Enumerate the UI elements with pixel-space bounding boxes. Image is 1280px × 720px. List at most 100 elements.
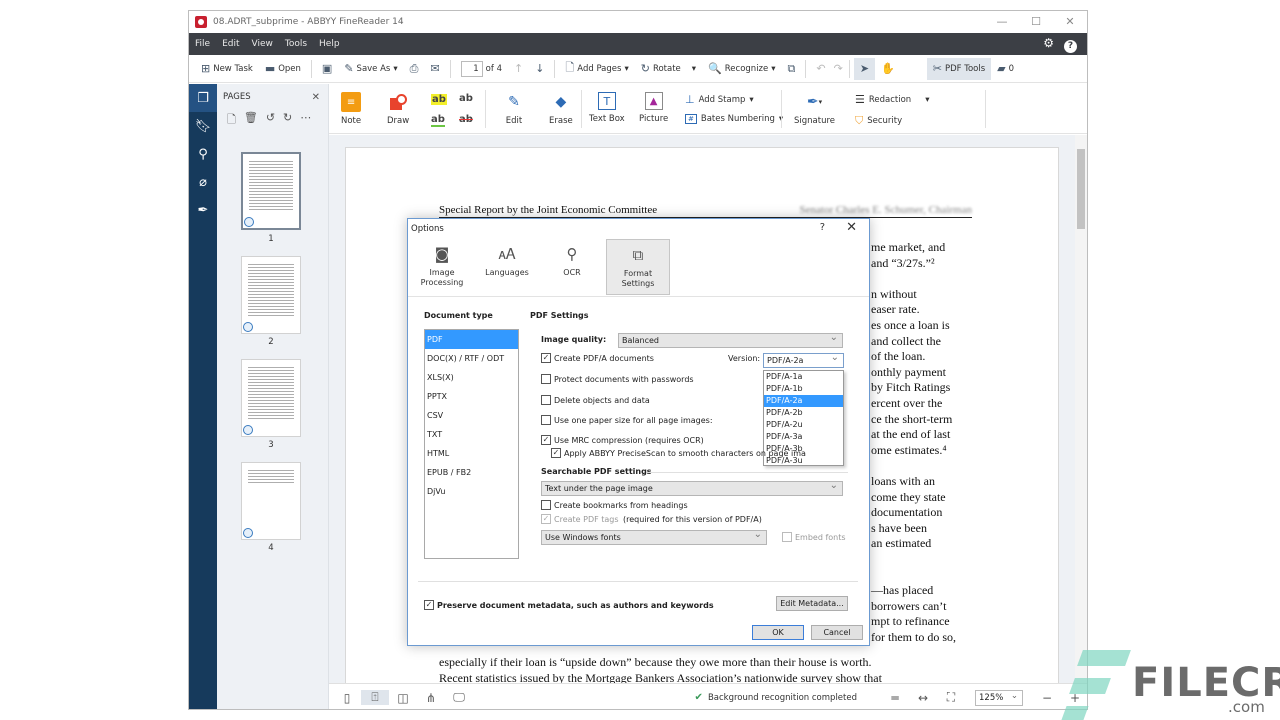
draw-button[interactable]: Draw (387, 92, 409, 126)
maximize-button[interactable]: ☐ (1019, 11, 1053, 33)
edit-metadata-button[interactable]: Edit Metadata... (776, 596, 848, 611)
vertical-scrollbar[interactable] (1075, 135, 1087, 683)
version-option[interactable]: PDF/A-2b (764, 407, 843, 419)
open-button[interactable]: ▬ Open (259, 58, 307, 80)
zoom-out-icon[interactable]: − (1033, 691, 1061, 705)
hand-tool-button[interactable]: ✋ (875, 58, 901, 80)
searchable-mode-select[interactable]: Text under the page image (541, 479, 843, 496)
next-page-button[interactable]: ↓ (529, 58, 550, 80)
doctype-item[interactable]: DOC(X) / RTF / ODT (425, 349, 518, 368)
embed-fonts-checkbox[interactable]: Embed fonts (782, 532, 846, 542)
new-task-button[interactable]: ⊞ New Task (195, 58, 259, 80)
comments-button[interactable]: ▰ 0 (991, 58, 1020, 80)
scrollbar-thumb[interactable] (1077, 149, 1085, 229)
doctype-item[interactable]: TXT (425, 425, 518, 444)
text-insert-icon[interactable]: ab (459, 93, 473, 104)
menu-edit[interactable]: Edit (216, 33, 245, 55)
sidebar-search[interactable]: ⚲ (189, 140, 217, 168)
tab-image-processing[interactable]: ◙ Image Processing (410, 239, 474, 295)
fit-width-icon[interactable]: ═ (881, 691, 909, 705)
sidebar-bookmarks[interactable]: 🔖︎ (189, 112, 217, 140)
fit-page-icon[interactable]: ⛶ (937, 690, 965, 705)
help-icon[interactable]: ? (1064, 39, 1077, 53)
sidebar-signatures[interactable]: ✒ (189, 196, 217, 224)
ok-button[interactable]: OK (752, 625, 804, 640)
tab-languages[interactable]: 🗚 Languages (475, 239, 539, 295)
version-option[interactable]: PDF/A-3a (764, 431, 843, 443)
save-button[interactable]: ▣ (316, 58, 338, 80)
compare-button[interactable]: ⧉ (782, 58, 802, 80)
save-as-button[interactable]: ✎ Save As ▾ (338, 58, 403, 80)
signature-button[interactable]: ✒ ▾ Signature (794, 92, 835, 126)
close-window-button[interactable]: ✕ (1053, 11, 1087, 33)
preserve-metadata-checkbox[interactable]: ✓ Preserve document metadata, such as aut… (424, 600, 714, 610)
page-number-input[interactable]: 1 (460, 60, 483, 77)
pdf-tools-button[interactable]: ✂ PDF Tools (926, 57, 992, 80)
note-button[interactable]: ≡ Note (341, 92, 361, 126)
page-thumbnail-3[interactable] (241, 359, 301, 437)
menu-tools[interactable]: Tools (279, 33, 313, 55)
tab-format-settings[interactable]: ⧉ Format Settings (606, 239, 670, 295)
pdf-tags-checkbox[interactable]: ✓ Create PDF tags (541, 514, 619, 524)
edit-button[interactable]: ✎ Edit (504, 92, 524, 126)
fit-horizontal-icon[interactable]: ↔ (909, 691, 937, 705)
bates-numbering-button[interactable]: # Bates Numbering ▾ (685, 114, 783, 124)
erase-button[interactable]: ◆ Erase (549, 92, 573, 126)
add-page-icon[interactable]: 🗋 (227, 111, 236, 130)
version-option[interactable]: PDF/A-1b (764, 383, 843, 395)
doctype-item[interactable]: CSV (425, 406, 518, 425)
rotate-left-icon[interactable]: ↺ (266, 111, 275, 130)
sidebar-pages[interactable]: ❐ (189, 84, 217, 112)
rotate-button[interactable]: ↻ Rotate ▾ (635, 58, 702, 80)
fonts-select[interactable]: Use Windows fonts (541, 528, 767, 545)
print-button[interactable]: ⎙ (404, 58, 425, 80)
one-paper-size-checkbox[interactable]: Use one paper size for all page images: (541, 415, 713, 425)
version-option[interactable]: PDF/A-1a (764, 371, 843, 383)
undo-button[interactable]: ↶ (810, 58, 831, 80)
page-thumbnail-4[interactable] (241, 462, 301, 540)
doctype-item[interactable]: PPTX (425, 387, 518, 406)
dialog-close-button[interactable]: ✕ (846, 220, 857, 235)
add-stamp-button[interactable]: ⊥ Add Stamp ▾ (685, 93, 754, 106)
pdfa-version-select[interactable]: PDF/A-2a (763, 351, 844, 368)
zoom-select[interactable]: 125% (975, 689, 1023, 706)
two-page-view-icon[interactable]: ◫ (389, 691, 417, 705)
doctype-item[interactable]: EPUB / FB2 (425, 463, 518, 482)
page-thumbnail-1[interactable] (241, 152, 301, 230)
image-quality-select[interactable]: Balanced (618, 331, 843, 348)
create-pdfa-checkbox[interactable]: ✓ Create PDF/A documents (541, 353, 654, 363)
version-option[interactable]: PDF/A-2a (764, 395, 843, 407)
strikethrough-text-icon[interactable]: ab (459, 114, 473, 125)
menu-help[interactable]: Help (313, 33, 346, 55)
previous-page-button[interactable]: ↑ (508, 58, 529, 80)
protect-passwords-checkbox[interactable]: Protect documents with passwords (541, 374, 694, 384)
tab-ocr[interactable]: ⚲ OCR (540, 239, 604, 295)
doctype-item[interactable]: PDF (425, 330, 518, 349)
delete-objects-checkbox[interactable]: Delete objects and data (541, 395, 650, 405)
sidebar-attachments[interactable]: ⌀ (189, 168, 217, 196)
settings-gear-icon[interactable]: ⚙ (1043, 36, 1054, 53)
recognize-button[interactable]: 🔍 Recognize ▾ (702, 58, 781, 80)
bookmarks-checkbox[interactable]: Create bookmarks from headings (541, 500, 688, 510)
continuous-view-icon[interactable]: ⍐ (361, 690, 389, 705)
presentation-view-icon[interactable]: 🖵︎ (445, 690, 473, 705)
page-thumbnail-2[interactable] (241, 256, 301, 334)
version-option[interactable]: PDF/A-2u (764, 419, 843, 431)
precisescan-checkbox[interactable]: ✓ Apply ABBYY PreciseScan to smooth chara… (551, 448, 806, 458)
two-page-scroll-view-icon[interactable]: ⋔ (417, 691, 445, 705)
redo-button[interactable]: ↷ (832, 58, 845, 80)
menu-file[interactable]: File (189, 33, 216, 55)
mrc-compression-checkbox[interactable]: ✓ Use MRC compression (requires OCR) (541, 435, 704, 445)
doctype-item[interactable]: XLS(X) (425, 368, 518, 387)
delete-page-icon[interactable]: 🗑 (244, 111, 258, 130)
dialog-help-button[interactable]: ? (820, 222, 825, 233)
minimize-button[interactable]: — (985, 11, 1019, 33)
email-button[interactable]: ✉ (424, 58, 445, 80)
rotate-right-icon[interactable]: ↻ (283, 111, 292, 130)
doctype-item[interactable]: DjVu (425, 482, 518, 501)
doctype-item[interactable]: HTML (425, 444, 518, 463)
picture-button[interactable]: ▲ Picture (639, 92, 668, 124)
security-button[interactable]: ⛉ Security (855, 114, 902, 128)
single-page-view-icon[interactable]: ▯ (333, 691, 361, 705)
select-tool-button[interactable]: ➤ (853, 57, 876, 80)
